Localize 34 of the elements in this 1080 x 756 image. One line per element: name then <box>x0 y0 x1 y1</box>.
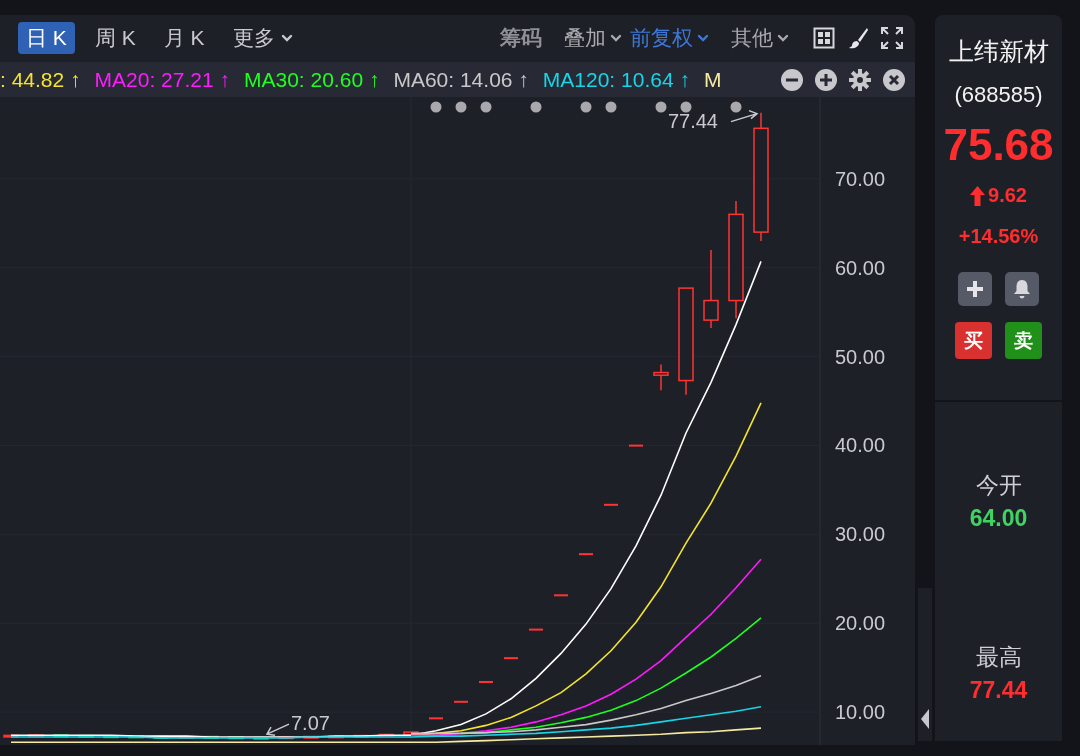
axis-label: 60.00 <box>835 256 886 279</box>
ma-legend-label: MA60: 14.06 ↑ <box>393 67 529 92</box>
axis-label: 50.00 <box>835 345 886 368</box>
tool-button[interactable]: 筹码 <box>496 21 546 54</box>
axis-label: 30.00 <box>835 523 886 546</box>
axis-label: 20.00 <box>835 612 886 635</box>
price-annotation: 77.44 <box>667 109 718 132</box>
price: 75.68 <box>943 120 1054 170</box>
axis-label: 70.00 <box>835 167 886 190</box>
stock-code: (688585) <box>954 82 1043 108</box>
stat-value: 77.44 <box>969 677 1028 704</box>
stat-label: 今开 <box>975 471 1022 500</box>
axis-label: 40.00 <box>835 434 886 457</box>
period-tab[interactable]: 月 K <box>155 21 213 54</box>
ma-legend-label: MA120: 10.64 ↑ <box>542 67 690 92</box>
axis-label: 10.00 <box>835 701 886 724</box>
stat-value: 64.00 <box>969 505 1028 532</box>
ma-legend-label: : 44.82 ↑ <box>0 67 81 92</box>
sell-button[interactable]: 卖 <box>1005 322 1042 359</box>
percent-change: +14.56% <box>958 225 1039 248</box>
tool-dropdown[interactable]: 前复权 <box>626 21 713 54</box>
price-change: 9.62 <box>970 184 1027 207</box>
stat-label: 最高 <box>975 643 1022 672</box>
ma-legend-label: M <box>703 67 722 92</box>
tool-dropdown[interactable]: 叠加 <box>560 21 626 54</box>
stock-name: 上纬新材 <box>948 36 1049 67</box>
buy-button[interactable]: 买 <box>955 322 992 359</box>
period-tab[interactable]: 周 K <box>86 21 144 54</box>
period-tab[interactable]: 日 K <box>18 21 75 54</box>
more-dropdown[interactable]: 更多 <box>224 21 301 54</box>
ma-legend-label: MA20: 27.21 ↑ <box>94 67 230 92</box>
ma-legend-label: MA30: 20.60 ↑ <box>244 67 380 92</box>
tool-dropdown[interactable]: 其他 <box>727 21 793 54</box>
price-annotation: 7.07 <box>291 712 330 735</box>
